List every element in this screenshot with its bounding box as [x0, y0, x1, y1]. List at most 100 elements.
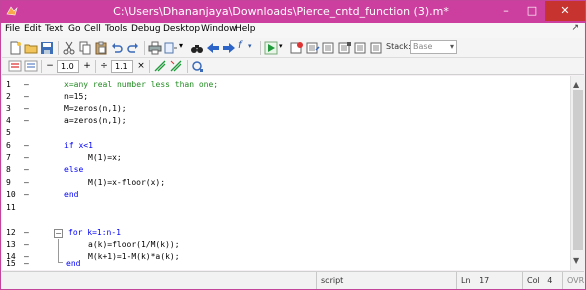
find-icon[interactable]	[190, 41, 204, 55]
code-editor[interactable]: − 1 – x=any real number less than one; 2…	[2, 76, 570, 270]
divide-button[interactable]: ÷	[99, 60, 109, 73]
chevron-down-icon: ▾	[449, 42, 454, 51]
step-out-icon[interactable]	[338, 41, 352, 55]
vertical-scrollbar[interactable]: ▲ ▼	[570, 76, 585, 270]
breakpoint-marker[interactable]: –	[24, 79, 34, 91]
copy-icon[interactable]	[78, 41, 92, 55]
menu-cell[interactable]: Cell	[84, 24, 101, 34]
paste-icon[interactable]	[94, 41, 108, 55]
breakpoint-icon[interactable]	[290, 41, 304, 55]
breakpoint-marker[interactable]: –	[24, 103, 34, 115]
step-icon[interactable]	[306, 41, 320, 55]
breakpoint-marker[interactable]: –	[24, 152, 34, 164]
breakpoint-marker[interactable]: –	[24, 258, 34, 270]
stack-label: Stack:	[386, 42, 411, 51]
status-mode: script	[316, 272, 456, 289]
menu-tools[interactable]: Tools	[105, 24, 127, 34]
code-text: else	[64, 165, 84, 174]
main-toolbar: ▾ f ▾ ▾ Stack: Base ▾	[2, 38, 584, 58]
maximize-button[interactable]: □	[519, 1, 545, 21]
print-icon[interactable]	[148, 41, 162, 55]
save-icon[interactable]	[40, 41, 54, 55]
step-in-icon[interactable]	[322, 41, 336, 55]
close-button[interactable]: ✕	[545, 1, 585, 21]
menu-help[interactable]: Help	[235, 24, 256, 34]
breakpoint-marker[interactable]: –	[24, 164, 34, 176]
toolbar-separator	[144, 41, 145, 55]
code-text: end	[66, 259, 81, 268]
code-text: M=zeros(n,1);	[64, 104, 127, 113]
code-line: 3 – M=zeros(n,1);	[2, 103, 570, 115]
code-line: 7 – M(1)=x;	[2, 152, 570, 164]
back-icon[interactable]	[206, 41, 220, 55]
toolbar-separator	[58, 41, 59, 55]
menu-window[interactable]: Window	[201, 24, 237, 34]
scroll-up-icon[interactable]: ▲	[573, 80, 579, 89]
line-label: Ln	[461, 276, 471, 285]
status-line: Ln 17	[456, 272, 522, 289]
show-cell-titles-icon[interactable]	[191, 59, 205, 73]
window-title: C:\Users\Dhananjaya\Downloads\Pierce_cnt…	[113, 5, 449, 18]
line-number: 9	[6, 178, 11, 187]
decrement-button[interactable]: −	[45, 60, 55, 73]
code-line: 12 – for k=1:n-1	[2, 227, 570, 239]
code-line: 6 – if x<1	[2, 140, 570, 152]
code-line: 15 – end	[2, 258, 570, 270]
insert-cell-icon[interactable]	[153, 59, 167, 73]
minimize-button[interactable]: –	[493, 1, 519, 21]
code-line: 9 – M(1)=x-floor(x);	[2, 177, 570, 189]
undock-arrow-icon[interactable]: ↗	[571, 23, 579, 33]
line-number: 15	[6, 259, 16, 268]
line-number: 3	[6, 104, 11, 113]
title-bar[interactable]: C:\Users\Dhananjaya\Downloads\Pierce_cnt…	[1, 1, 585, 23]
cut-icon[interactable]	[62, 41, 76, 55]
breakpoint-marker[interactable]: –	[24, 227, 34, 239]
code-line: 4 – a=zeros(n,1);	[2, 115, 570, 127]
code-text: a(k)=floor(1/M(k));	[88, 240, 180, 249]
divide-value-field[interactable]: 1.1	[111, 60, 133, 73]
cell-mode-icon[interactable]	[8, 59, 22, 73]
line-number: 7	[6, 153, 11, 162]
remove-cell-icon[interactable]	[169, 59, 183, 73]
open-file-icon[interactable]	[24, 41, 38, 55]
code-line: 5	[2, 127, 570, 139]
menu-file[interactable]: File	[5, 24, 20, 34]
menu-edit[interactable]: Edit	[24, 24, 41, 34]
redo-icon[interactable]	[126, 41, 140, 55]
run-icon[interactable]	[264, 41, 278, 55]
line-number: 5	[6, 128, 11, 137]
increment-value-field[interactable]: 1.0	[57, 60, 79, 73]
stack-select[interactable]: Base ▾	[410, 40, 457, 54]
status-overwrite: OVR	[562, 272, 584, 289]
breakpoint-marker[interactable]: –	[24, 177, 34, 189]
status-column: Col 4	[522, 272, 562, 289]
menu-go[interactable]: Go	[68, 24, 80, 34]
continue-icon[interactable]	[354, 41, 368, 55]
line-number: 1	[6, 80, 11, 89]
scroll-down-icon[interactable]: ▼	[573, 256, 579, 265]
column-value: 4	[547, 276, 553, 285]
line-value: 17	[479, 276, 490, 285]
undo-icon[interactable]	[110, 41, 124, 55]
increment-button[interactable]: +	[82, 60, 92, 73]
breakpoint-marker[interactable]: –	[24, 115, 34, 127]
new-file-icon[interactable]	[8, 41, 22, 55]
exit-debug-icon[interactable]	[370, 41, 384, 55]
breakpoint-marker[interactable]: –	[24, 91, 34, 103]
breakpoint-marker[interactable]: –	[24, 140, 34, 152]
line-number: 8	[6, 165, 11, 174]
menu-debug[interactable]: Debug	[131, 24, 161, 34]
evaluate-cell-icon[interactable]	[24, 59, 38, 73]
compare-icon[interactable]	[164, 41, 178, 55]
menu-text[interactable]: Text	[45, 24, 63, 34]
breakpoint-marker[interactable]: –	[24, 189, 34, 201]
multiply-button[interactable]: ×	[136, 60, 146, 73]
code-text: end	[64, 190, 79, 199]
toolbar-separator	[149, 60, 150, 73]
code-line: 10 – end	[2, 189, 570, 201]
breakpoint-marker[interactable]: –	[24, 239, 34, 251]
forward-icon[interactable]	[222, 41, 236, 55]
menu-desktop[interactable]: Desktop	[163, 24, 200, 34]
scrollbar-thumb[interactable]	[573, 90, 583, 250]
line-number: 12	[6, 228, 16, 237]
